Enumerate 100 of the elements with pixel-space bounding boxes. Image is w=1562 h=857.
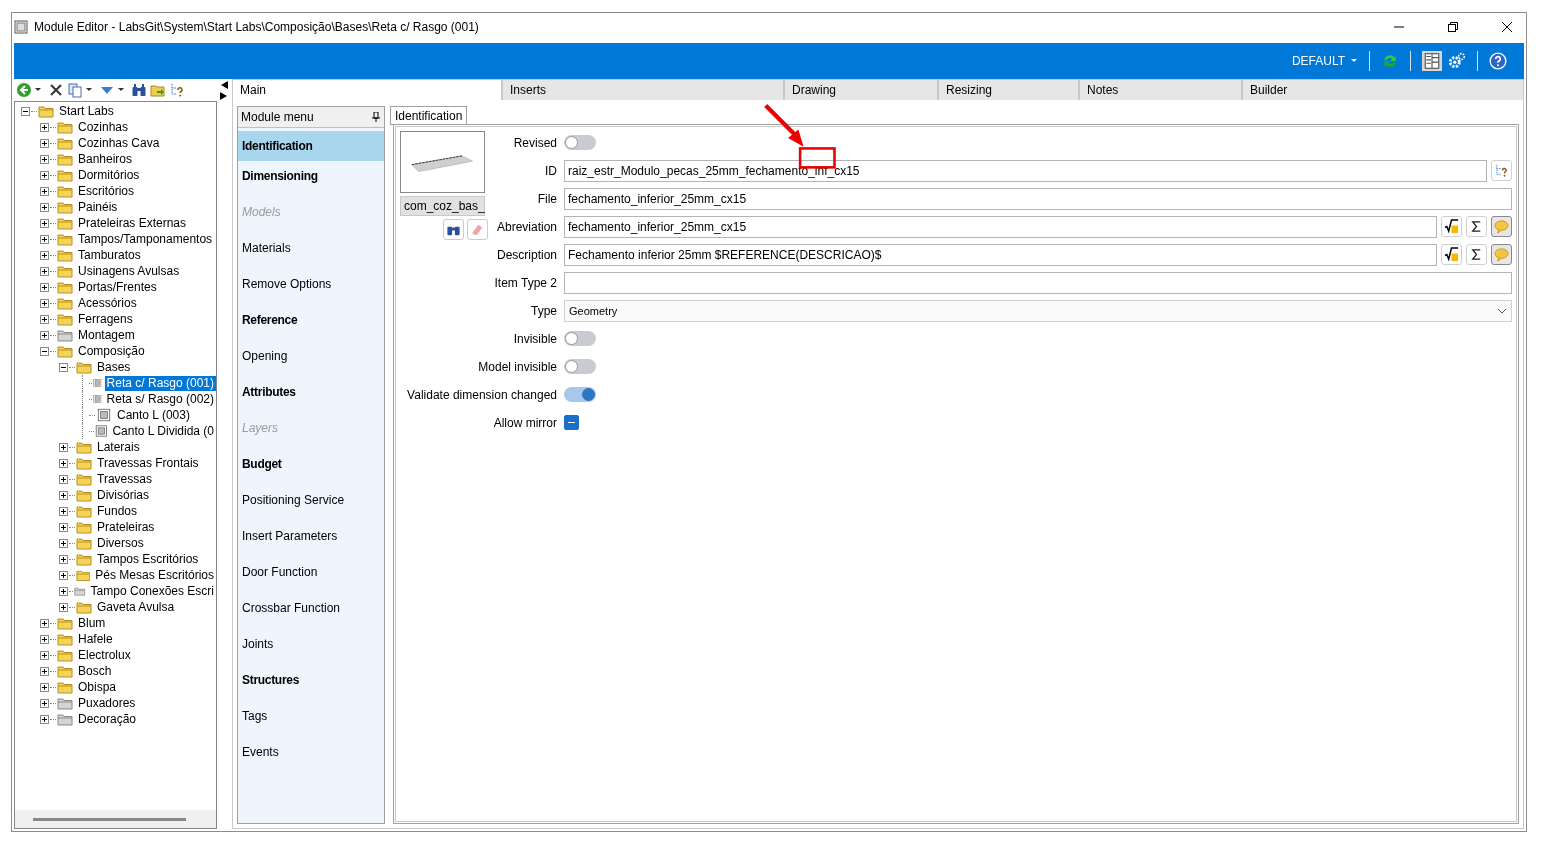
sum-button[interactable] (1466, 244, 1487, 265)
menu-item[interactable]: Tags (238, 698, 384, 734)
menu-item[interactable]: Materials (238, 230, 384, 266)
tree-item[interactable]: Dormitórios (76, 167, 142, 183)
expander-icon[interactable] (59, 602, 68, 612)
expander-icon[interactable] (40, 346, 49, 356)
tree-item[interactable]: Travessas (95, 471, 154, 487)
tree-item[interactable]: Cozinhas Cava (76, 135, 162, 151)
menu-item[interactable]: Structures (238, 662, 384, 698)
menu-item[interactable]: Positioning Service (238, 482, 384, 518)
tree-item[interactable]: Start Labs (57, 103, 116, 119)
pin-icon[interactable] (372, 112, 380, 122)
expander-icon[interactable] (59, 490, 68, 500)
expander-icon[interactable] (40, 650, 49, 660)
help-icon[interactable] (1489, 52, 1507, 70)
layout-icon[interactable] (1422, 51, 1442, 71)
expander-icon[interactable] (59, 538, 68, 548)
menu-item[interactable]: Budget (238, 446, 384, 482)
expander-icon[interactable] (40, 698, 49, 708)
toggle-switch[interactable] (564, 331, 596, 346)
menu-item[interactable]: Insert Parameters (238, 518, 384, 554)
expander-icon[interactable] (40, 138, 49, 148)
expander-icon[interactable] (40, 218, 49, 228)
tab[interactable]: Identification (390, 106, 468, 124)
menu-item[interactable]: Events (238, 734, 384, 770)
tree-item[interactable]: Decoração (76, 711, 139, 727)
menu-item[interactable]: Door Function (238, 554, 384, 590)
tree-item[interactable]: Prateleiras (95, 519, 157, 535)
tab[interactable]: Builder (1242, 79, 1524, 100)
expander-icon[interactable] (59, 458, 68, 468)
menu-item[interactable]: Crossbar Function (238, 590, 384, 626)
caret-icon[interactable] (118, 88, 124, 92)
expander-icon[interactable] (59, 362, 68, 372)
expander-icon[interactable] (40, 170, 49, 180)
expander-icon[interactable] (21, 106, 30, 116)
tree-item[interactable]: Diversos (95, 535, 146, 551)
tree-item[interactable]: Bosch (76, 663, 114, 679)
tree-item[interactable]: Reta s/ Rasgo (002) (104, 391, 216, 407)
caret-icon[interactable] (86, 88, 92, 92)
folder-arrow-icon[interactable] (150, 82, 166, 98)
expander-icon[interactable] (40, 266, 49, 276)
menu-item[interactable]: Identification (238, 131, 384, 161)
delete-icon[interactable] (48, 82, 64, 98)
expander-icon[interactable] (40, 250, 49, 260)
text-field[interactable] (564, 271, 1512, 294)
expander-icon[interactable] (40, 202, 49, 212)
tab[interactable]: Resizing (938, 79, 1079, 100)
search-button[interactable] (443, 219, 464, 240)
menu-item[interactable]: Dimensioning (238, 158, 384, 194)
expander-icon[interactable] (40, 314, 49, 324)
tree-item[interactable]: Gaveta Avulsa (95, 599, 177, 615)
tree-item[interactable]: Puxadores (76, 695, 138, 711)
tree-help-icon[interactable] (169, 82, 185, 98)
tab[interactable]: Inserts (502, 79, 784, 100)
text-field[interactable]: fechamento_inferior_25mm_cx15 (564, 187, 1512, 210)
tree-item[interactable]: Tamburatos (76, 247, 143, 263)
checkbox[interactable] (564, 415, 579, 430)
tree-item[interactable]: Travessas Frontais (95, 455, 201, 471)
expander-icon[interactable] (40, 714, 49, 724)
tree-item[interactable]: Cozinhas (76, 119, 131, 135)
menu-item[interactable]: Remove Options (238, 266, 384, 302)
expander-icon[interactable] (40, 234, 49, 244)
expander-icon[interactable] (59, 442, 68, 452)
tree-item[interactable]: Painéis (76, 199, 120, 215)
expander-icon[interactable] (59, 522, 68, 532)
collapse-arrows-icon[interactable] (220, 81, 228, 101)
expander-icon[interactable] (40, 122, 49, 132)
tree-item[interactable]: Usinagens Avulsas (76, 263, 182, 279)
tree-item[interactable]: Laterais (95, 439, 142, 455)
tree-item[interactable]: Canto L (003) (115, 407, 192, 423)
text-field[interactable]: Fechamento inferior 25mm $REFERENCE(DESCRICAO)$ (564, 243, 1437, 266)
menu-item[interactable]: Attributes (238, 374, 384, 410)
expander-icon[interactable] (40, 282, 49, 292)
formula-button[interactable] (1441, 244, 1462, 265)
tree-item[interactable]: Tampos/Tamponamentos (76, 231, 215, 247)
tree-item[interactable]: Bases (95, 359, 133, 375)
expander-icon[interactable] (59, 570, 68, 580)
expander-icon[interactable] (59, 506, 68, 516)
expander-icon[interactable] (40, 186, 49, 196)
menu-item[interactable]: Opening (238, 338, 384, 374)
close-icon[interactable] (1502, 22, 1512, 32)
tree-item[interactable]: Ferragens (76, 311, 135, 327)
toggle-switch[interactable] (564, 387, 596, 402)
caret-icon[interactable] (35, 88, 41, 92)
text-field[interactable]: fechamento_inferior_25mm_cx15 (564, 215, 1437, 238)
tree-item[interactable]: Montagem (76, 327, 137, 343)
tree-item[interactable]: Portas/Frentes (76, 279, 159, 295)
tab[interactable]: Notes (1079, 79, 1242, 100)
tree-item[interactable]: Reta c/ Rasgo (001) (104, 375, 216, 391)
tab[interactable]: Drawing (784, 79, 938, 100)
tree-item[interactable]: Blum (76, 615, 108, 631)
expander-icon[interactable] (59, 586, 68, 596)
expander-icon[interactable] (40, 330, 49, 340)
type-dropdown[interactable]: Geometry (564, 299, 1512, 322)
expander-icon[interactable] (40, 618, 49, 628)
toggle-switch[interactable] (564, 359, 596, 374)
tree-item[interactable]: Tampos Escritórios (95, 551, 201, 567)
tree-item[interactable]: Tampo Conexões Escri (88, 583, 216, 599)
toggle-switch[interactable] (564, 135, 596, 150)
menu-item[interactable]: Reference (238, 302, 384, 338)
